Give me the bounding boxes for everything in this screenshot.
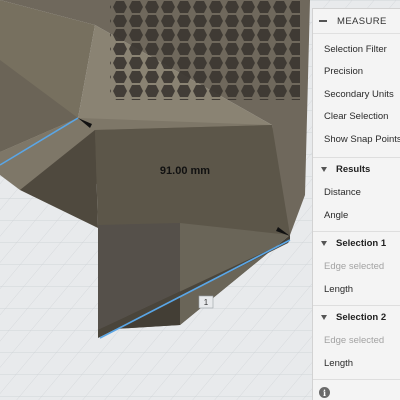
selection1-status: Edge selected [324, 261, 385, 273]
selection2-length: Length [324, 357, 354, 369]
results-section-header[interactable]: Results [313, 156, 400, 182]
info-icon[interactable]: i [319, 387, 330, 398]
panel-title: MEASURE [337, 15, 387, 27]
menu-selection-filter[interactable]: Selection Filter [313, 38, 400, 61]
selection2-section-header[interactable]: Selection 2 [313, 304, 400, 330]
caret-down-icon [321, 315, 327, 320]
panel-header: MEASURE [313, 9, 400, 34]
selection1-length: Length [324, 283, 354, 295]
selection1-section-header[interactable]: Selection 1 [313, 230, 400, 256]
selection2-header-label: Selection 2 [336, 312, 387, 323]
menu-secondary-units[interactable]: Secondary Units [313, 83, 400, 106]
minus-icon[interactable] [319, 20, 327, 22]
results-header-label: Results [336, 164, 371, 175]
menu-show-snap-points[interactable]: Show Snap Points [313, 128, 400, 151]
honeycomb-lattice [110, 0, 300, 100]
measure-panel: MEASURE Selection Filter Precision Secon… [312, 8, 400, 400]
caret-down-icon [321, 167, 327, 172]
caret-down-icon [321, 241, 327, 246]
result-angle: Angle [324, 209, 349, 221]
selection2-status: Edge selected [324, 335, 385, 347]
result-distance: Distance [324, 187, 361, 199]
menu-clear-selection[interactable]: Clear Selection [313, 106, 400, 129]
edge-marker-label: 1 [204, 298, 209, 307]
menu-precision[interactable]: Precision [313, 61, 400, 84]
dimension-label: 91.00 mm [160, 165, 210, 177]
selection1-header-label: Selection 1 [336, 238, 387, 249]
panel-footer: i [313, 378, 400, 400]
